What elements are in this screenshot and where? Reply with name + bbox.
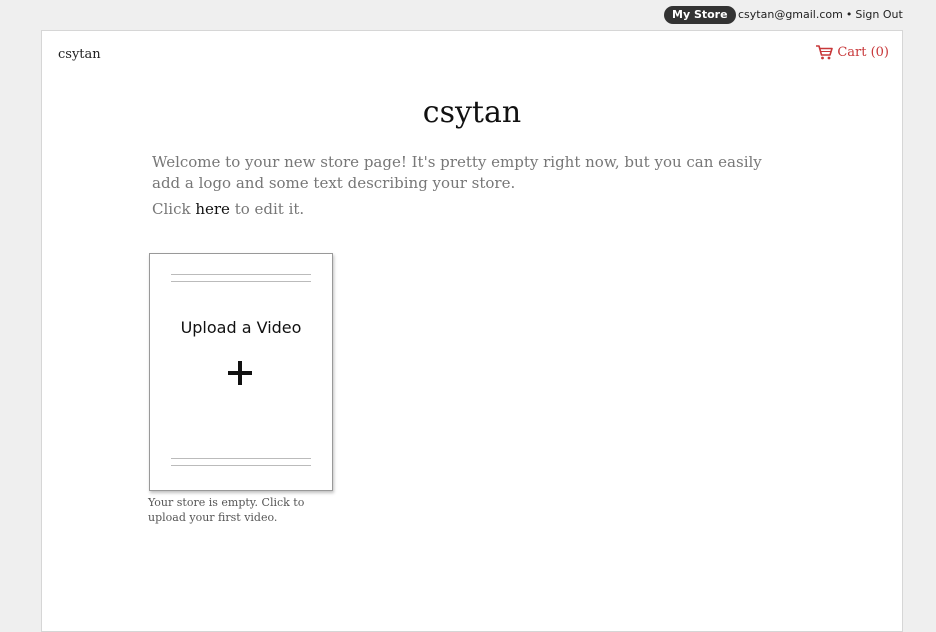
- card-divider-bottom: [171, 458, 311, 466]
- store-name-header: csytan: [58, 47, 101, 62]
- empty-store-note: Your store is empty. Click to upload you…: [148, 496, 305, 524]
- page-title: csytan: [422, 95, 522, 130]
- account-info: csytan@gmail.com • Sign Out: [738, 8, 903, 21]
- top-bar: My Store csytan@gmail.com • Sign Out: [0, 0, 936, 30]
- upload-video-card[interactable]: Upload a Video: [149, 253, 333, 491]
- cart-link[interactable]: Cart (0): [815, 44, 889, 60]
- separator: •: [845, 8, 853, 21]
- edit-here-link[interactable]: here: [195, 200, 230, 218]
- sign-out-link[interactable]: Sign Out: [855, 8, 902, 21]
- plus-icon: [228, 361, 252, 385]
- edit-instructions: Click here to edit it.: [152, 200, 304, 218]
- card-divider-top: [171, 274, 311, 282]
- welcome-text: Welcome to your new store page! It's pre…: [152, 153, 762, 192]
- cart-label: Cart (0): [837, 44, 889, 60]
- edit-suffix: to edit it.: [229, 200, 305, 218]
- user-email: csytan@gmail.com: [738, 8, 843, 21]
- shopping-cart-icon: [816, 45, 834, 60]
- edit-prefix: Click: [152, 200, 196, 218]
- upload-video-label: Upload a Video: [180, 318, 302, 337]
- store-panel: csytan Cart (0) csytan Welcome to your n…: [41, 30, 903, 632]
- my-store-button[interactable]: My Store: [664, 6, 736, 24]
